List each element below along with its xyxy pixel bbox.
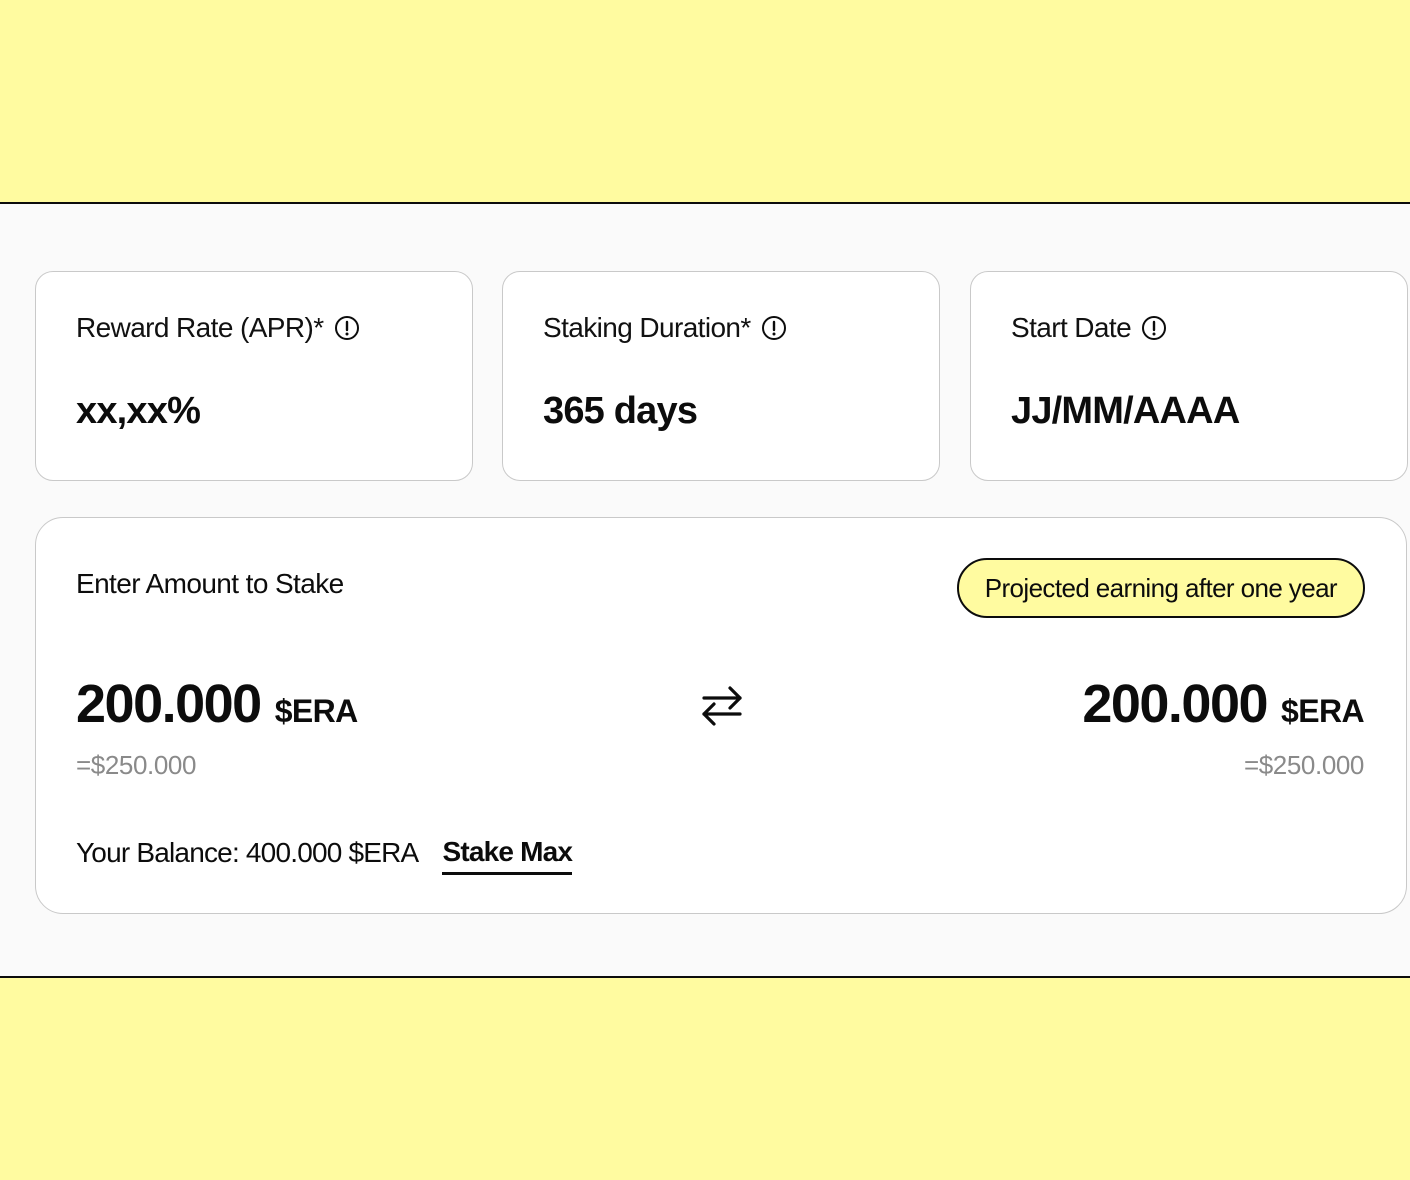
info-circle-icon[interactable] <box>1141 315 1167 341</box>
stake-input-amount[interactable]: 200.000 $ERA <box>76 673 358 735</box>
reward-rate-card: Reward Rate (APR)* xx,xx% <box>35 271 473 481</box>
reward-rate-label: Reward Rate (APR)* <box>76 312 324 343</box>
stake-output-value: 200.000 <box>1082 674 1268 734</box>
start-date-label: Start Date <box>1011 312 1132 343</box>
start-date-label-row: Start Date <box>1011 312 1167 344</box>
stake-amount-card: Enter Amount to Stake Projected earning … <box>35 517 1407 914</box>
staking-duration-value: 365 days <box>543 390 698 432</box>
start-date-value: JJ/MM/AAAA <box>1011 390 1240 432</box>
balance-row: Your Balance: 400.000 $ERA Stake Max <box>76 830 573 875</box>
reward-rate-label-row: Reward Rate (APR)* <box>76 312 360 344</box>
info-circle-icon[interactable] <box>334 315 360 341</box>
stake-input-token: $ERA <box>274 693 359 729</box>
stake-title: Enter Amount to Stake <box>76 568 344 599</box>
staking-duration-label: Staking Duration* <box>543 312 751 343</box>
start-date-card: Start Date JJ/MM/AAAA <box>970 271 1408 481</box>
staking-duration-card: Staking Duration* 365 days <box>502 271 940 481</box>
info-circle-icon[interactable] <box>761 315 787 341</box>
balance-text: Your Balance: 400.000 $ERA <box>76 836 419 868</box>
swap-arrows-icon[interactable] <box>696 680 748 732</box>
staking-panel: Reward Rate (APR)* xx,xx% Staking Durati… <box>0 202 1410 978</box>
stake-output-amount: 200.000 $ERA <box>1082 673 1364 735</box>
stake-output-fiat: =$250.000 <box>1243 750 1364 780</box>
stake-input-value[interactable]: 200.000 <box>76 673 262 735</box>
stake-max-button[interactable]: Stake Max <box>442 836 573 875</box>
reward-rate-value: xx,xx% <box>76 390 201 432</box>
projected-earning-badge: Projected earning after one year <box>956 558 1365 618</box>
stake-output-token: $ERA <box>1281 693 1365 729</box>
stake-input-fiat: =$250.000 <box>76 750 197 780</box>
staking-duration-label-row: Staking Duration* <box>543 312 787 344</box>
